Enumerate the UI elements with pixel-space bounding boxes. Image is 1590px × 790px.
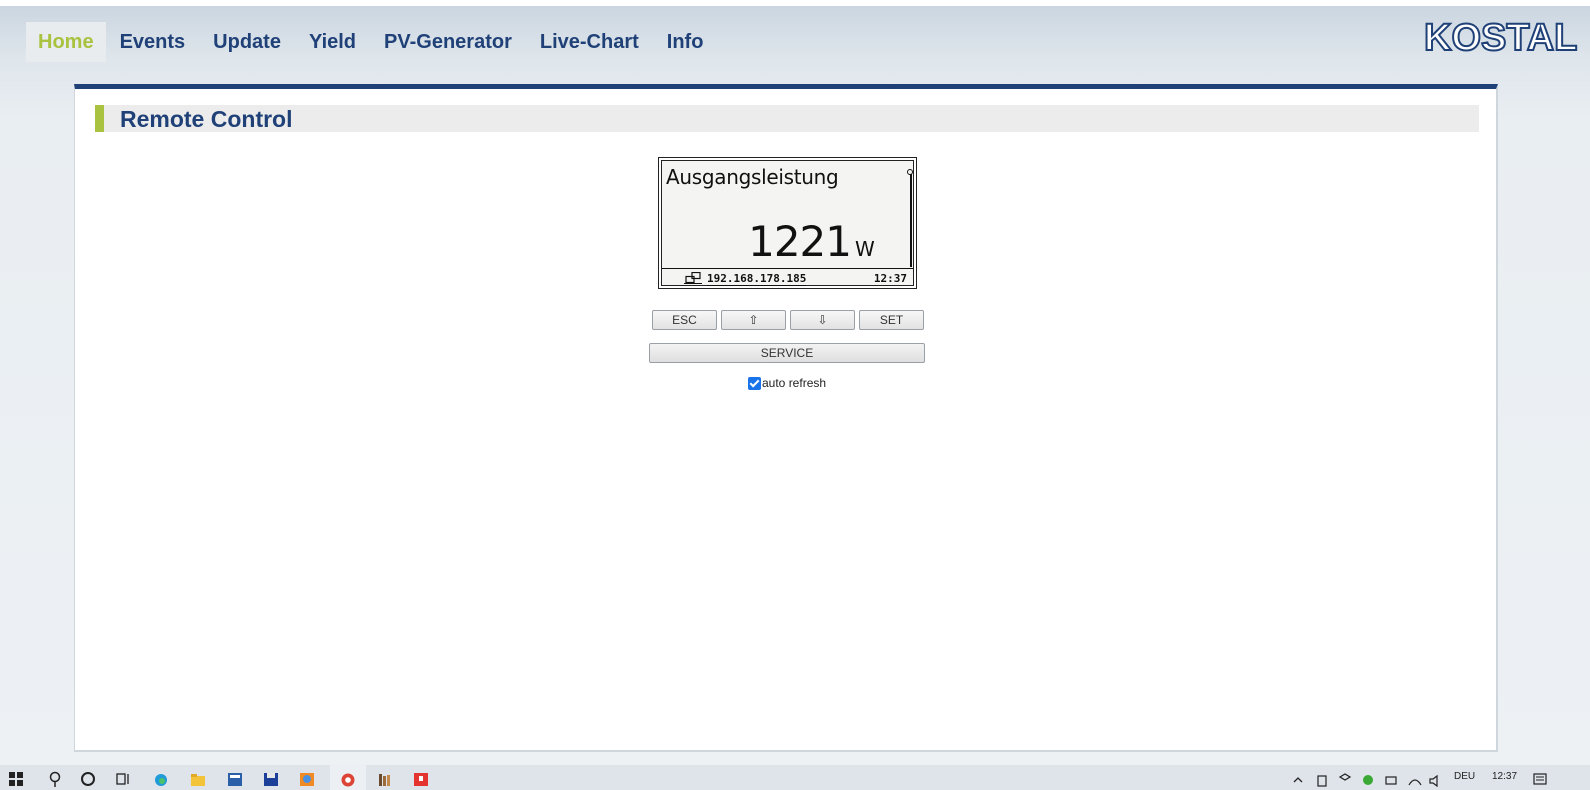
auto-refresh-checkbox[interactable] <box>748 376 761 390</box>
lcd-ip-address: 192.168.178.185 <box>707 272 807 286</box>
section-accent-bar <box>95 105 104 132</box>
file-explorer-icon[interactable] <box>190 771 206 787</box>
library-app-icon[interactable] <box>377 771 393 787</box>
lcd-value: 1221 <box>748 217 852 266</box>
lcd-unit: W <box>855 237 875 261</box>
auto-refresh-control: auto refresh <box>748 376 826 390</box>
notifications-icon[interactable] <box>1532 771 1548 787</box>
nav-item-pv-generator[interactable]: PV-Generator <box>370 22 526 62</box>
dropbox-icon[interactable] <box>1337 771 1353 787</box>
nav-item-update[interactable]: Update <box>199 22 295 62</box>
service-button[interactable]: SERVICE <box>649 343 925 363</box>
cortana-icon[interactable] <box>80 771 96 787</box>
search-icon[interactable] <box>48 771 64 787</box>
task-view-icon[interactable] <box>115 771 131 787</box>
up-button[interactable]: ⇧ <box>721 310 786 330</box>
section-header: Remote Control <box>95 105 1479 132</box>
windows-taskbar: DEU 12:37 <box>0 765 1590 790</box>
nav-item-live-chart[interactable]: Live-Chart <box>526 22 653 62</box>
content-panel: Remote Control Ausgangsleistung 1221 W 1… <box>74 84 1498 752</box>
taskbar-clock[interactable]: 12:37 <box>1492 771 1517 783</box>
network-icon <box>684 272 702 284</box>
wifi-icon[interactable] <box>1407 771 1423 787</box>
save-disk-icon[interactable] <box>263 771 279 787</box>
lcd-scroll-marker <box>907 169 913 175</box>
remote-buttons: ESC ⇧ ⇩ SET <box>652 310 924 330</box>
volume-icon[interactable] <box>1428 771 1444 787</box>
chrome-browser-icon[interactable] <box>340 771 356 787</box>
red-app-icon[interactable] <box>413 771 429 787</box>
auto-refresh-label: auto refresh <box>762 376 827 390</box>
lcd-display: Ausgangsleistung 1221 W 192.168.178.185 … <box>658 157 917 289</box>
nav-item-home[interactable]: Home <box>26 22 106 62</box>
set-button[interactable]: SET <box>859 310 924 330</box>
nav-item-events[interactable]: Events <box>106 22 200 62</box>
lcd-screen: Ausgangsleistung 1221 W 192.168.178.185 … <box>661 160 914 286</box>
lcd-label: Ausgangsleistung <box>666 165 839 189</box>
paint-app-icon[interactable] <box>299 771 315 787</box>
main-nav: Home Events Update Yield PV-Generator Li… <box>26 22 717 62</box>
tray-app-icon[interactable] <box>1314 771 1330 787</box>
lcd-time: 12:37 <box>873 272 907 285</box>
nav-item-info[interactable]: Info <box>653 22 718 62</box>
calculator-app-icon[interactable] <box>227 771 243 787</box>
usb-device-icon[interactable] <box>1383 771 1399 787</box>
status-green-icon[interactable] <box>1360 771 1376 787</box>
lcd-scrollbar <box>910 171 912 267</box>
windows-start-icon[interactable] <box>8 771 24 787</box>
page-title: Remote Control <box>120 106 293 132</box>
kostal-logo: KOSTAL <box>1423 17 1578 59</box>
nav-item-yield[interactable]: Yield <box>295 22 370 62</box>
top-strip <box>0 0 1590 6</box>
chevron-up-icon[interactable] <box>1290 771 1306 787</box>
down-button[interactable]: ⇩ <box>790 310 855 330</box>
esc-button[interactable]: ESC <box>652 310 717 330</box>
edge-browser-icon[interactable] <box>153 771 169 787</box>
lcd-divider <box>662 268 913 269</box>
language-indicator[interactable]: DEU <box>1454 771 1475 783</box>
